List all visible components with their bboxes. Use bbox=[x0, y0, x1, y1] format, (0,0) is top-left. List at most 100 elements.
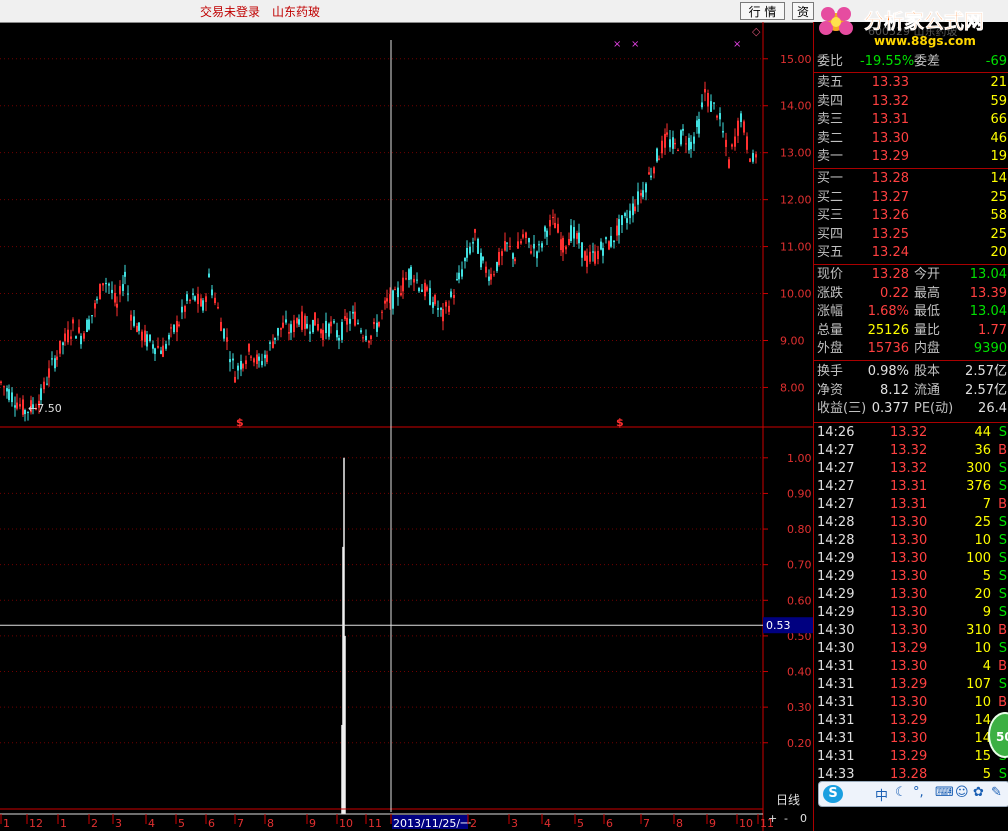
candle bbox=[707, 89, 709, 113]
candle bbox=[46, 376, 48, 386]
candle bbox=[488, 269, 490, 286]
candle bbox=[429, 280, 431, 306]
candle bbox=[392, 289, 394, 315]
x-tick: 4 bbox=[544, 817, 551, 830]
skin-icon[interactable]: ✿ bbox=[973, 785, 984, 800]
candle bbox=[341, 319, 343, 343]
ask-volume: 46 bbox=[990, 130, 1007, 146]
candle bbox=[51, 351, 53, 366]
stat2-value: 0.377 bbox=[871, 401, 909, 416]
candle bbox=[658, 155, 660, 161]
tick-price: 13.32 bbox=[890, 443, 928, 458]
tab-day[interactable]: 日线 bbox=[765, 792, 811, 808]
candle bbox=[22, 395, 24, 417]
candle bbox=[64, 327, 66, 346]
stat-row: 外盘 15736 内盘 9390 bbox=[814, 340, 1008, 358]
kline-ytick: 13.00 bbox=[780, 147, 812, 160]
candle bbox=[122, 274, 124, 297]
stat2-value: 26.4 bbox=[978, 401, 1007, 416]
candle bbox=[405, 271, 407, 281]
candle bbox=[648, 166, 650, 176]
candle bbox=[186, 291, 188, 305]
x-tick: 8 bbox=[676, 817, 683, 830]
candle bbox=[613, 240, 615, 249]
candle bbox=[621, 215, 623, 234]
tick-price: 13.29 bbox=[890, 713, 928, 728]
candle bbox=[19, 397, 21, 410]
tick-time: 14:30 bbox=[817, 623, 855, 638]
candle bbox=[349, 311, 351, 331]
candle bbox=[354, 302, 356, 327]
candle bbox=[105, 277, 107, 293]
tick-side: S bbox=[998, 641, 1007, 656]
candle bbox=[581, 242, 583, 267]
tick-row: 14:31 13.30 4 B bbox=[814, 658, 1008, 676]
candle bbox=[285, 310, 287, 325]
candle bbox=[562, 235, 564, 261]
tick-volume: 376 bbox=[966, 479, 991, 494]
candle bbox=[632, 196, 634, 223]
site-logo[interactable]: 600529 山东药玻 分析家公式网 www.88gs.com bbox=[808, 0, 1008, 48]
moon-icon[interactable]: ☾ bbox=[895, 785, 907, 800]
bid-row: 买三 13.26 58 bbox=[814, 207, 1008, 225]
tick-side: S bbox=[998, 605, 1007, 620]
tick-time: 14:29 bbox=[817, 551, 855, 566]
candle bbox=[533, 234, 535, 257]
stat-label: 现价 bbox=[817, 267, 844, 282]
candle bbox=[384, 297, 386, 310]
candle bbox=[280, 327, 282, 338]
ask-volume: 19 bbox=[990, 149, 1007, 164]
kline-ytick: 12.00 bbox=[780, 194, 812, 207]
candle bbox=[450, 288, 452, 299]
tick-side: S bbox=[998, 479, 1007, 494]
candle bbox=[176, 315, 178, 342]
tick-side: B bbox=[998, 659, 1007, 674]
x-tick: 7 bbox=[237, 817, 244, 830]
candle bbox=[690, 135, 692, 158]
candle bbox=[274, 337, 276, 345]
candle bbox=[108, 282, 110, 295]
wrench-icon[interactable]: ✎ bbox=[991, 785, 1002, 800]
chart-stage[interactable]: ◇× × ×15.0014.0013.0012.0011.0010.009.008.… bbox=[0, 0, 813, 831]
tick-time: 14:31 bbox=[817, 731, 855, 746]
tick-price: 13.29 bbox=[890, 749, 928, 764]
candle bbox=[661, 135, 663, 159]
keyboard-icon[interactable]: ⌨ bbox=[935, 785, 954, 800]
candle bbox=[11, 387, 13, 407]
candle bbox=[133, 310, 135, 328]
candle bbox=[674, 138, 676, 150]
candle bbox=[301, 305, 303, 333]
candle bbox=[716, 114, 718, 121]
candle bbox=[288, 323, 290, 341]
candle bbox=[416, 272, 418, 284]
candle bbox=[546, 228, 548, 245]
ask-row: 卖五 13.33 21 bbox=[814, 74, 1008, 92]
tick-price: 13.31 bbox=[890, 497, 928, 512]
user-icon[interactable]: ☺ bbox=[955, 785, 969, 800]
zoom-reset-button[interactable]: 0 bbox=[800, 812, 807, 825]
candle bbox=[237, 362, 239, 380]
zoom-in-button[interactable]: + bbox=[768, 812, 777, 825]
candle bbox=[91, 314, 93, 324]
candle bbox=[424, 279, 426, 301]
ime-lang[interactable]: 中 bbox=[875, 785, 888, 804]
candle bbox=[102, 282, 104, 291]
punct-icon[interactable]: °, bbox=[913, 785, 924, 800]
stat-value: 9390 bbox=[973, 341, 1007, 356]
tick-row: 14:31 13.30 10 B bbox=[814, 694, 1008, 712]
flower-icon bbox=[819, 7, 853, 35]
candle bbox=[56, 350, 58, 367]
candle bbox=[402, 270, 404, 299]
bid-label: 买二 bbox=[817, 189, 844, 205]
tick-volume: 7 bbox=[982, 497, 991, 512]
ime-toolbar[interactable]: S 中 ☾ °, ⌨ ☺ ✿ ✎ bbox=[818, 781, 1008, 807]
candle bbox=[386, 289, 388, 309]
candle bbox=[277, 327, 279, 341]
candle bbox=[178, 321, 180, 328]
candle bbox=[376, 314, 378, 337]
stat-value: 13.04 bbox=[969, 267, 1007, 282]
candle bbox=[229, 351, 231, 372]
zoom-out-button[interactable]: - bbox=[784, 812, 788, 825]
candle bbox=[43, 377, 45, 394]
sogou-icon[interactable]: S bbox=[823, 785, 843, 803]
